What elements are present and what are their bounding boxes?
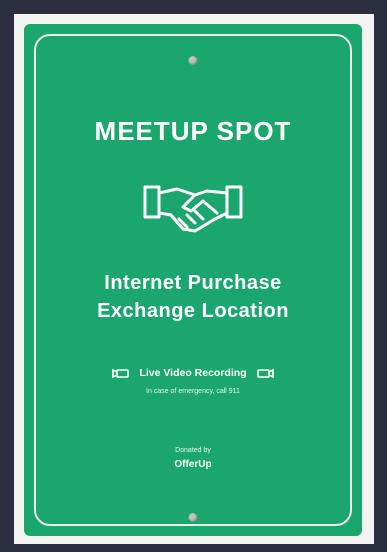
camera-icon — [112, 368, 130, 379]
subtitle-line-1: Internet Purchase — [104, 272, 282, 294]
camera-icon — [256, 368, 274, 379]
bolt-icon — [188, 56, 198, 65]
handshake-icon — [143, 185, 243, 233]
brand-logo: OfferUp — [174, 459, 212, 470]
donated-by-label: Donated by — [175, 447, 211, 454]
subtitle-line-2: Exchange Location — [97, 300, 289, 322]
bolt-icon — [188, 513, 198, 522]
emergency-note: In case of emergency, call 911 — [146, 388, 240, 395]
recording-notice: Live Video Recording — [24, 367, 362, 379]
meetup-sign: MEETUP SPOT Internet Purchase Exchange L… — [24, 24, 362, 536]
sign-title: MEETUP SPOT — [94, 116, 292, 146]
recording-label: Live Video Recording — [139, 367, 247, 380]
